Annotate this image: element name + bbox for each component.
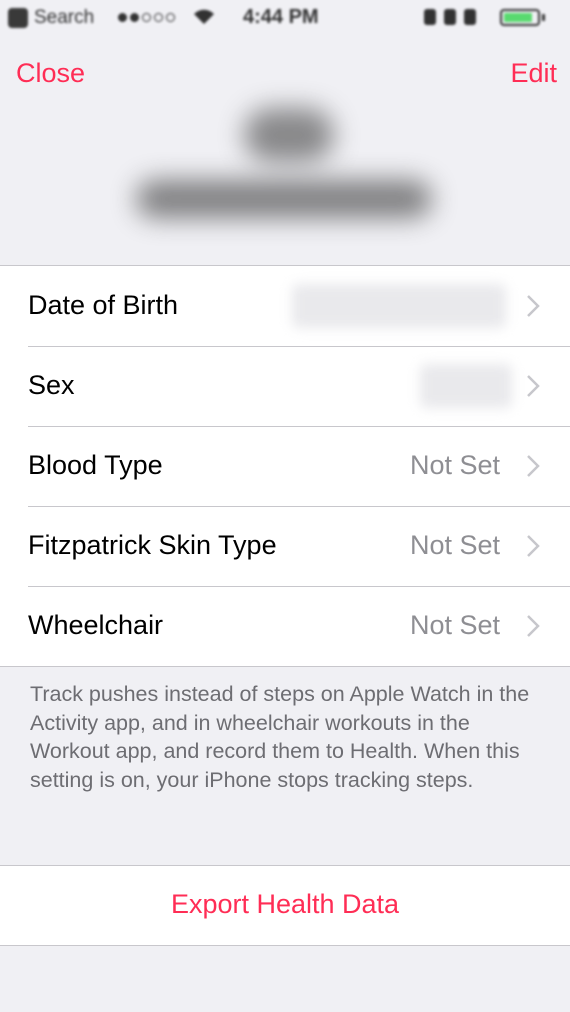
- back-app-icon[interactable]: [8, 8, 28, 28]
- signal-strength-icon: [118, 13, 175, 22]
- export-health-data-button[interactable]: Export Health Data: [0, 865, 570, 946]
- alarm-icon: [444, 9, 456, 25]
- wheelchair-footer-note: Track pushes instead of steps on Apple W…: [30, 682, 530, 792]
- chevron-right-icon: [527, 375, 540, 397]
- wifi-icon: [194, 9, 214, 24]
- profile-initials-blurred: [244, 108, 334, 162]
- row-value: Not Set: [409, 610, 500, 640]
- chevron-right-icon: [527, 295, 540, 317]
- row-wheelchair[interactable]: Wheelchair Not Set: [0, 586, 570, 666]
- row-fitzpatrick-skin-type[interactable]: Fitzpatrick Skin Type Not Set: [0, 506, 570, 586]
- status-time: 4:44 PM: [243, 6, 319, 28]
- row-label: Sex: [28, 370, 75, 400]
- row-sex[interactable]: Sex: [0, 346, 570, 426]
- row-date-of-birth[interactable]: Date of Birth: [0, 266, 570, 346]
- status-back-label[interactable]: Search: [34, 7, 94, 29]
- profile-name-blurred: [136, 180, 432, 218]
- close-button[interactable]: Close: [16, 58, 85, 89]
- row-label: Wheelchair: [28, 610, 164, 640]
- row-value: Not Set: [409, 530, 500, 560]
- battery-icon: [500, 9, 540, 26]
- export-health-data-label: Export Health Data: [170, 889, 400, 919]
- row-value: Not Set: [409, 450, 500, 480]
- chevron-right-icon: [527, 535, 540, 557]
- status-bar: Search 4:44 PM: [0, 0, 570, 36]
- edit-button[interactable]: Edit: [510, 58, 557, 89]
- chevron-right-icon: [527, 615, 540, 637]
- row-label: Blood Type: [28, 450, 163, 480]
- status-right-icons: [424, 9, 476, 25]
- row-blood-type[interactable]: Blood Type Not Set: [0, 426, 570, 506]
- row-label: Date of Birth: [28, 290, 179, 320]
- battery-tip: [542, 14, 545, 21]
- date-of-birth-value-blurred: [292, 284, 506, 328]
- row-label: Fitzpatrick Skin Type: [28, 530, 277, 560]
- bluetooth-icon: [464, 9, 476, 25]
- chevron-right-icon: [527, 455, 540, 477]
- sex-value-blurred: [420, 364, 512, 408]
- health-details-table: Date of Birth Sex Blood Type Not Set Fit…: [0, 265, 570, 667]
- location-icon: [424, 9, 436, 25]
